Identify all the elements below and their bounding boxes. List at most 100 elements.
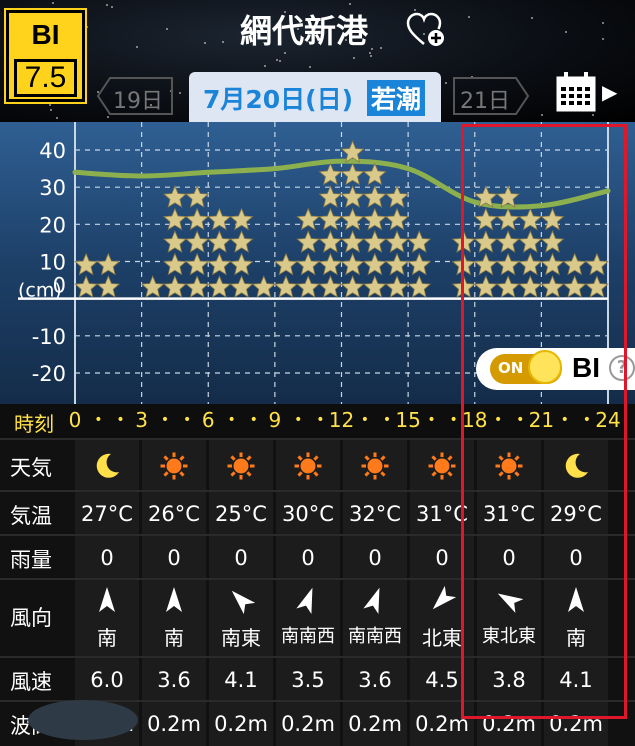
next-day-label: 21日 <box>460 89 510 114</box>
wind-direction-label: 南南西 <box>348 626 402 647</box>
y-tick-label: 40 <box>39 139 66 163</box>
bi-toggle-knob[interactable] <box>528 350 562 384</box>
help-icon[interactable]: ? <box>609 355 635 381</box>
bi-toggle-label: BI <box>572 352 600 383</box>
sky-star <box>353 57 356 60</box>
hour-tick: 21 <box>528 408 555 432</box>
sky-star <box>49 103 52 106</box>
wind-direction-cell: 南南西 <box>276 580 340 658</box>
hour-tick: 24 <box>595 408 621 432</box>
sky-star <box>591 114 594 117</box>
rain-cell: 0 <box>343 536 407 580</box>
wind-direction-cell: 南南西 <box>343 580 407 658</box>
bi-toggle[interactable]: ON BI ? <box>476 348 635 390</box>
wind-speed-cell: 6.0 <box>75 658 139 702</box>
wind-arrow-icon <box>544 580 608 622</box>
hour-tick: 15 <box>395 408 421 432</box>
hour-tick: 3 <box>135 408 148 432</box>
sky-star <box>308 66 311 69</box>
hour-dot: • <box>94 412 103 428</box>
wind-direction-cell: 南 <box>142 580 206 658</box>
sun-icon <box>209 440 273 492</box>
page-title: 網代新港 <box>240 12 369 50</box>
sun-icon <box>343 440 407 492</box>
wind-direction-cell: 南東 <box>209 580 273 658</box>
temp-cell: 27°C <box>75 492 139 536</box>
sky-star <box>370 55 373 58</box>
sky-star <box>283 51 286 54</box>
calendar-arrow-icon[interactable]: ▶ <box>602 80 617 104</box>
hour-dot: • <box>360 412 369 428</box>
wind-arrow-icon <box>75 580 139 622</box>
sky-star <box>602 22 605 25</box>
sun-icon <box>477 440 541 492</box>
wind-direction-label: 南南西 <box>281 626 335 647</box>
sky-star <box>106 4 109 7</box>
y-tick-label: -10 <box>32 325 66 349</box>
hour-tick: 6 <box>201 408 215 432</box>
wind-direction-cell: 南 <box>544 580 608 658</box>
rain-cell: 0 <box>209 536 273 580</box>
sky-star <box>107 116 110 119</box>
hour-tick: 0 <box>68 408 82 432</box>
sky-star <box>371 48 374 51</box>
y-tick-label: 20 <box>39 213 66 237</box>
wind-speed-cell: 3.8 <box>477 658 541 702</box>
wind-arrow-icon <box>209 580 273 622</box>
sky-star <box>369 52 372 55</box>
sky-star <box>85 26 88 29</box>
sun-icon <box>276 440 340 492</box>
temp-cell: 29°C <box>544 492 608 536</box>
wind-speed-cell: 3.6 <box>343 658 407 702</box>
sky-star <box>601 38 604 41</box>
wind-arrow-icon <box>410 580 474 622</box>
hour-tick: 9 <box>268 408 282 432</box>
wind-speed-cell: 4.1 <box>209 658 273 702</box>
row-weather: 天気 <box>0 438 635 492</box>
wind-arrow-icon <box>477 580 541 622</box>
sky-star <box>349 2 352 5</box>
wind-arrow-icon <box>343 580 407 622</box>
rain-cell: 0 <box>544 536 608 580</box>
sky-star <box>203 42 206 45</box>
row-label: 気温 <box>10 504 52 528</box>
rain-cell: 0 <box>75 536 139 580</box>
wave-cell: 0.2m <box>544 702 608 746</box>
sky-star <box>56 116 59 119</box>
moon-icon <box>75 440 139 492</box>
rain-cell: 0 <box>477 536 541 580</box>
calendar-icon[interactable] <box>554 70 598 114</box>
heart-plus-icon[interactable] <box>406 12 446 48</box>
temp-cell: 26°C <box>142 492 206 536</box>
prev-day-label: 19日 <box>113 89 163 114</box>
sky-star <box>51 2 54 5</box>
sun-icon <box>142 440 206 492</box>
wave-cell: 0.2m <box>477 702 541 746</box>
sky-star <box>50 109 53 112</box>
wave-cell: 0.2m <box>276 702 340 746</box>
y-unit-label: (cm) <box>18 280 62 302</box>
wind-arrow-icon <box>276 580 340 622</box>
row-wind-speed: 風速 6.0 3.6 4.1 3.5 3.6 4.5 3.8 4.1 <box>0 656 635 702</box>
sky-star <box>540 114 543 117</box>
hour-dot: • <box>560 412 569 428</box>
sky-star <box>445 82 448 85</box>
hour-dot: • <box>427 412 436 428</box>
current-date-tab: 7月20日(日) 若潮 <box>189 72 441 122</box>
row-wind-dir: 風向南南南東 南南西 南南西 北東 東北東南 <box>0 578 635 658</box>
tide-type-badge: 若潮 <box>367 80 426 116</box>
temp-cell: 25°C <box>209 492 273 536</box>
hour-axis: 時刻 0 • • 3 • • 6 • • 9 • • 12 • • 15 • • 18 • • 21 • • 24 <box>0 404 635 438</box>
temp-cell: 31°C <box>410 492 474 536</box>
hour-dot: • <box>294 412 303 428</box>
bi-badge[interactable]: BI 7.5 <box>4 8 87 104</box>
wave-cell: 0.2m <box>343 702 407 746</box>
row-label: 雨量 <box>10 548 52 572</box>
wind-speed-cell: 3.6 <box>142 658 206 702</box>
wind-direction-label: 南 <box>164 626 184 650</box>
sky-star <box>135 46 138 49</box>
hour-dot: • <box>227 412 236 428</box>
row-label: 風速 <box>10 670 52 694</box>
wind-speed-cell: 4.5 <box>410 658 474 702</box>
temp-cell: 30°C <box>276 492 340 536</box>
